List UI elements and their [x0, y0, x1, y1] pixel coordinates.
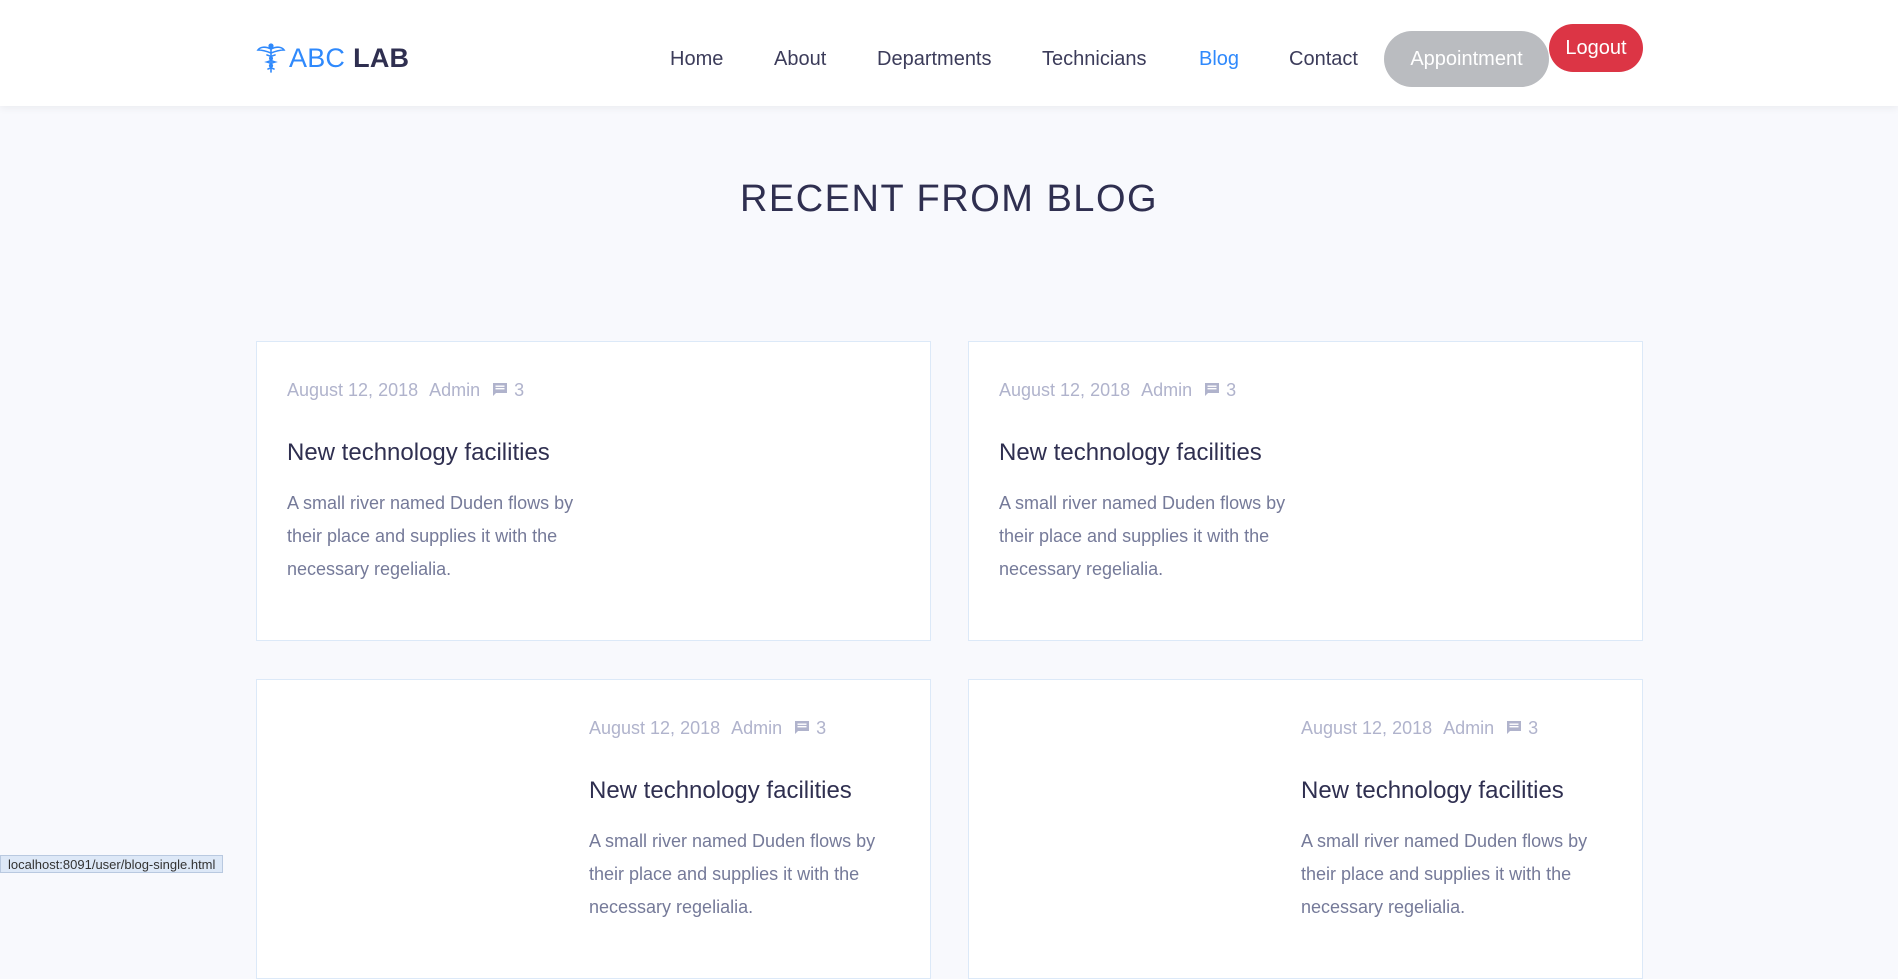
- appointment-button[interactable]: Appointment: [1384, 31, 1549, 87]
- comment-icon: [493, 383, 508, 396]
- post-title[interactable]: New technology facilities: [1301, 777, 1641, 805]
- section-title: RECENT FROM BLOG: [739, 178, 1159, 220]
- post-meta: August 12, 2018 Admin 3: [999, 378, 1339, 402]
- post-meta: August 12, 2018 Admin 3: [1301, 716, 1641, 740]
- post-date[interactable]: August 12, 2018: [287, 380, 418, 401]
- top-navbar: ABC LAB Home About Departments Technicia…: [0, 0, 1898, 106]
- nav-link-technicians[interactable]: Technicians: [1042, 48, 1147, 71]
- post-excerpt: A small river named Duden flows by their…: [287, 493, 574, 579]
- nav-link-departments[interactable]: Departments: [877, 48, 992, 71]
- comment-icon: [1205, 383, 1220, 396]
- logout-button[interactable]: Logout: [1549, 24, 1643, 72]
- post-title[interactable]: New technology facilities: [287, 439, 627, 467]
- comment-count[interactable]: 3: [816, 718, 826, 739]
- comment-count[interactable]: 3: [1226, 380, 1236, 401]
- post-excerpt: A small river named Duden flows by their…: [999, 493, 1286, 579]
- blog-card[interactable]: August 12, 2018 Admin 3 New technology f…: [256, 679, 931, 979]
- blog-card-text: August 12, 2018 Admin 3 New technology f…: [589, 716, 929, 924]
- blog-card-text: August 12, 2018 Admin 3 New technology f…: [1301, 716, 1641, 924]
- post-author[interactable]: Admin: [429, 380, 480, 401]
- nav-link-blog[interactable]: Blog: [1199, 48, 1239, 71]
- post-title[interactable]: New technology facilities: [999, 439, 1339, 467]
- blog-card-text: August 12, 2018 Admin 3 New technology f…: [999, 378, 1339, 586]
- blog-card[interactable]: August 12, 2018 Admin 3 New technology f…: [256, 341, 931, 641]
- post-date[interactable]: August 12, 2018: [1301, 718, 1432, 739]
- nav-link-contact[interactable]: Contact: [1289, 48, 1358, 71]
- post-date[interactable]: August 12, 2018: [999, 380, 1130, 401]
- post-excerpt: A small river named Duden flows by their…: [1301, 831, 1588, 917]
- blog-card-text: August 12, 2018 Admin 3 New technology f…: [287, 378, 627, 586]
- post-meta: August 12, 2018 Admin 3: [589, 716, 929, 740]
- post-author[interactable]: Admin: [1141, 380, 1192, 401]
- comment-count[interactable]: 3: [514, 380, 524, 401]
- blog-card[interactable]: August 12, 2018 Admin 3 New technology f…: [968, 679, 1643, 979]
- post-author[interactable]: Admin: [1443, 718, 1494, 739]
- post-title[interactable]: New technology facilities: [589, 777, 929, 805]
- post-meta: August 12, 2018 Admin 3: [287, 378, 627, 402]
- post-date[interactable]: August 12, 2018: [589, 718, 720, 739]
- post-author[interactable]: Admin: [731, 718, 782, 739]
- blog-card[interactable]: August 12, 2018 Admin 3 New technology f…: [968, 341, 1643, 641]
- post-excerpt: A small river named Duden flows by their…: [589, 831, 876, 917]
- nav-link-about[interactable]: About: [774, 48, 826, 71]
- comment-count[interactable]: 3: [1528, 718, 1538, 739]
- nav-link-home[interactable]: Home: [670, 48, 723, 71]
- comment-icon: [1507, 721, 1522, 734]
- browser-status-bar: localhost:8091/user/blog-single.html: [0, 855, 224, 873]
- comment-icon: [795, 721, 810, 734]
